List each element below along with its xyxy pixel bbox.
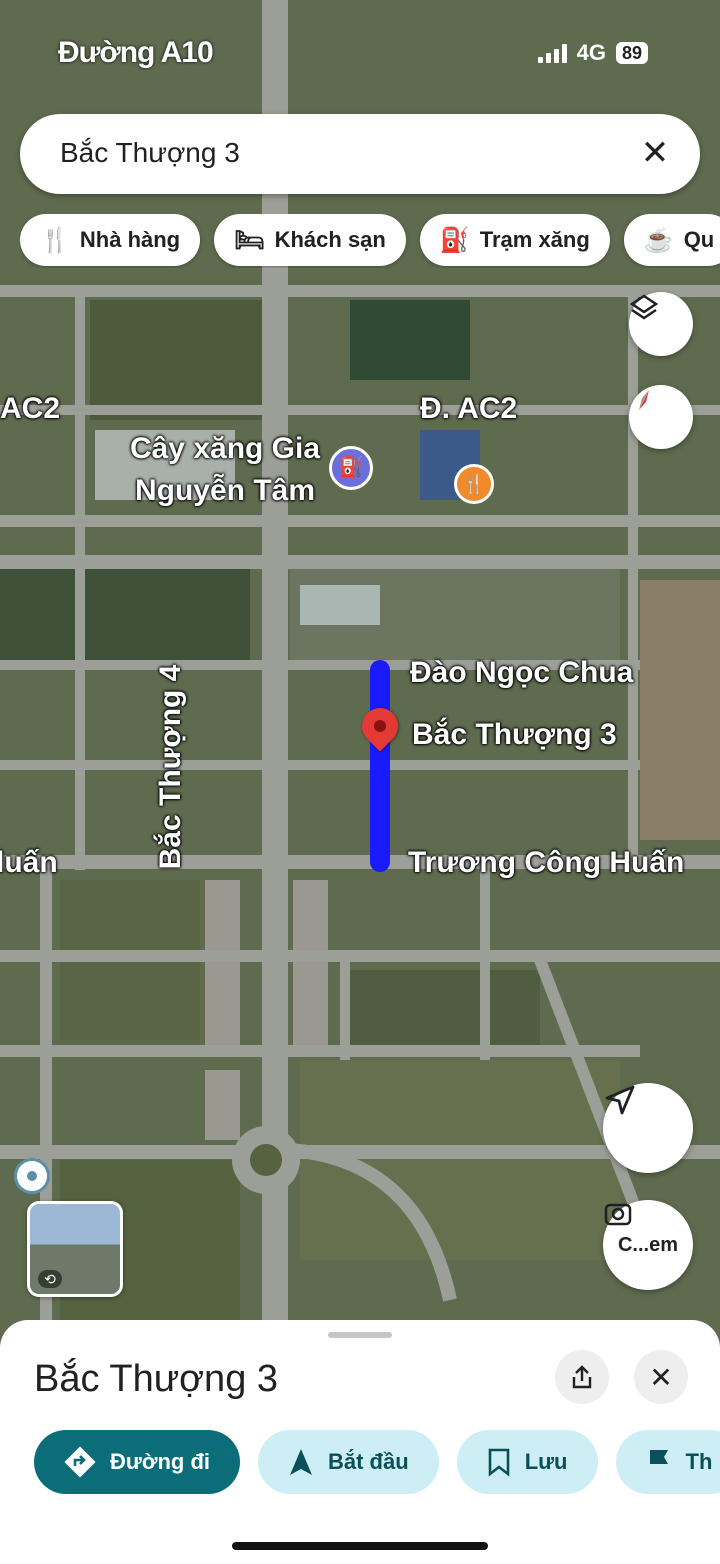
sheet-drag-handle[interactable] — [328, 1332, 392, 1338]
camera-search-icon — [604, 1203, 632, 1226]
chip-label: Qu — [683, 227, 715, 252]
label-bac-thuong-3: Bắc Thượng 3 — [412, 718, 617, 751]
layers-icon — [629, 294, 659, 320]
compass-button[interactable] — [629, 385, 693, 449]
directions-label: Đường đi — [110, 1449, 210, 1474]
status-bar: Đường A10 4G 89 — [0, 30, 720, 70]
category-chips: 🍴 Nhà hàng 🛏 Khách sạn ⛽ Trạm xăng ☕ Qu — [20, 214, 720, 268]
network-type: 4G — [576, 40, 606, 65]
chip-label: Trạm xăng — [479, 227, 590, 252]
hotel-icon: 🛏 — [234, 226, 265, 254]
rotate-360-icon: ⟲ — [38, 1270, 62, 1288]
chip-hotel[interactable]: 🛏 Khách sạn — [214, 214, 406, 266]
chip-gas-station[interactable]: ⛽ Trạm xăng — [419, 214, 610, 266]
restaurant-marker[interactable]: 🍴 — [454, 464, 494, 504]
start-button[interactable]: Bắt đầu — [258, 1430, 439, 1494]
chip-restaurant[interactable]: 🍴 Nhà hàng — [20, 214, 201, 266]
save-label: Lưu — [524, 1449, 568, 1474]
start-label: Bắt đầu — [328, 1449, 409, 1474]
flag-label: Th — [685, 1449, 713, 1474]
chip-label: Khách sạn — [274, 227, 386, 252]
label-truong-cong-huan: Trương Công Huấn — [408, 846, 685, 879]
place-bottom-sheet[interactable]: Bắc Thượng 3 ✕ Đường đi Bắt đầu Lưu Th — [0, 1320, 720, 1564]
close-sheet-button[interactable]: ✕ — [634, 1350, 688, 1404]
flag-icon — [649, 1450, 668, 1475]
restaurant-icon: 🍴 — [40, 226, 70, 254]
chip-coffee[interactable]: ☕ Qu — [623, 214, 720, 266]
flag-button[interactable]: Th — [615, 1430, 720, 1494]
bookmark-icon — [488, 1448, 509, 1477]
label-bac-thuong-4: Bắc Thượng 4 — [154, 664, 187, 870]
navigation-icon — [290, 1449, 312, 1475]
label-huan-left: luấn — [0, 846, 58, 879]
label-ac2-right: Đ. AC2 — [420, 392, 518, 425]
gas-station-icon: ⛽ — [439, 226, 470, 254]
my-location-button[interactable] — [603, 1083, 693, 1173]
save-button[interactable]: Lưu — [456, 1430, 598, 1494]
directions-button[interactable]: Đường đi — [34, 1430, 240, 1494]
lens-search-button[interactable]: C...em — [603, 1200, 693, 1290]
label-ac2-left: AC2 — [0, 392, 61, 425]
status-time: Đường A10 — [58, 36, 214, 69]
close-icon: ✕ — [649, 1361, 673, 1393]
gas-station-marker[interactable]: ⛽ — [329, 446, 373, 490]
label-gas-station: Cây xăng Gia Nguyễn Tâm — [129, 432, 321, 507]
label-dao-ngoc-chua: Đào Ngọc Chua — [410, 656, 634, 689]
share-icon — [572, 1365, 592, 1389]
battery-level: 89 — [615, 42, 648, 64]
search-query[interactable]: Bắc Thượng 3 — [60, 137, 240, 169]
layers-button[interactable] — [629, 292, 693, 356]
home-indicator[interactable] — [232, 1542, 488, 1550]
chip-label: Nhà hàng — [79, 227, 181, 252]
coffee-icon: ☕ — [643, 226, 674, 254]
compass-icon — [639, 390, 649, 410]
signal-icon — [537, 43, 567, 63]
street-view-pegman-icon[interactable] — [14, 1158, 50, 1194]
place-title: Bắc Thượng 3 — [34, 1358, 279, 1400]
search-bar[interactable]: Bắc Thượng 3 ✕ — [20, 114, 700, 194]
directions-icon — [64, 1446, 96, 1478]
lens-search-label: C...em — [617, 1233, 679, 1256]
street-view-thumbnail[interactable]: ⟲ — [27, 1201, 123, 1297]
satellite-map[interactable]: ⛽ 🍴 AC2 Đ. AC2 Cây xăng Gia Nguyễn Tâm Đ… — [0, 0, 720, 1340]
share-button[interactable] — [555, 1350, 609, 1404]
close-icon[interactable]: ✕ — [634, 132, 676, 174]
navigation-arrow-icon — [605, 1085, 635, 1115]
action-buttons: Đường đi Bắt đầu Lưu Th — [34, 1430, 720, 1494]
